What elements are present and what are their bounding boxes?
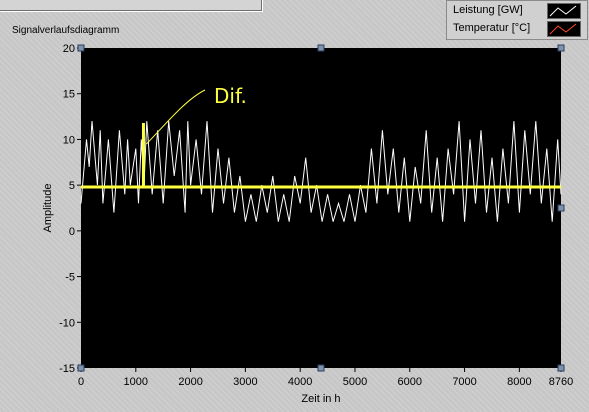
x-tick-label: 3000: [233, 376, 257, 388]
y-tick-label: 20: [63, 43, 75, 55]
waveform-chart[interactable]: -15 -10 -5 0 5 10 15 20 0 1000 2000 3000 4000 5000 60…: [0, 0, 589, 412]
y-tick-label: -15: [59, 363, 75, 375]
resize-handle[interactable]: [557, 44, 565, 52]
resize-handle[interactable]: [557, 364, 565, 372]
x-tick-label: 8000: [507, 376, 531, 388]
x-tick-label: 6000: [398, 376, 422, 388]
resize-handle[interactable]: [317, 364, 325, 372]
plot-area[interactable]: [81, 48, 561, 368]
y-tick-label: 10: [63, 134, 75, 146]
resize-handle[interactable]: [557, 204, 565, 212]
x-tick-label: 4000: [288, 376, 312, 388]
resize-handle[interactable]: [317, 44, 325, 52]
y-tick-label: 0: [69, 226, 75, 238]
y-tick-label: 5: [69, 180, 75, 192]
x-tick-label: 0: [78, 376, 84, 388]
x-tick-label: 1000: [124, 376, 148, 388]
x-tick-label: 2000: [178, 376, 202, 388]
resize-handle[interactable]: [77, 364, 85, 372]
x-axis-label: Zeit in h: [301, 393, 340, 405]
y-axis: -15 -10 -5 0 5 10 15 20: [59, 43, 81, 375]
x-tick-label: 8760: [549, 376, 573, 388]
resize-handle[interactable]: [77, 44, 85, 52]
x-axis: 0 1000 2000 3000 4000 5000 6000 7000 8000 8760: [78, 368, 573, 388]
y-tick-label: -10: [59, 317, 75, 329]
x-tick-label: 7000: [452, 376, 476, 388]
y-axis-label: Amplitude: [42, 184, 54, 233]
x-tick-label: 5000: [343, 376, 367, 388]
y-tick-label: -5: [65, 272, 75, 284]
annotation-text: Dif.: [214, 84, 247, 108]
y-tick-label: 15: [63, 89, 75, 101]
